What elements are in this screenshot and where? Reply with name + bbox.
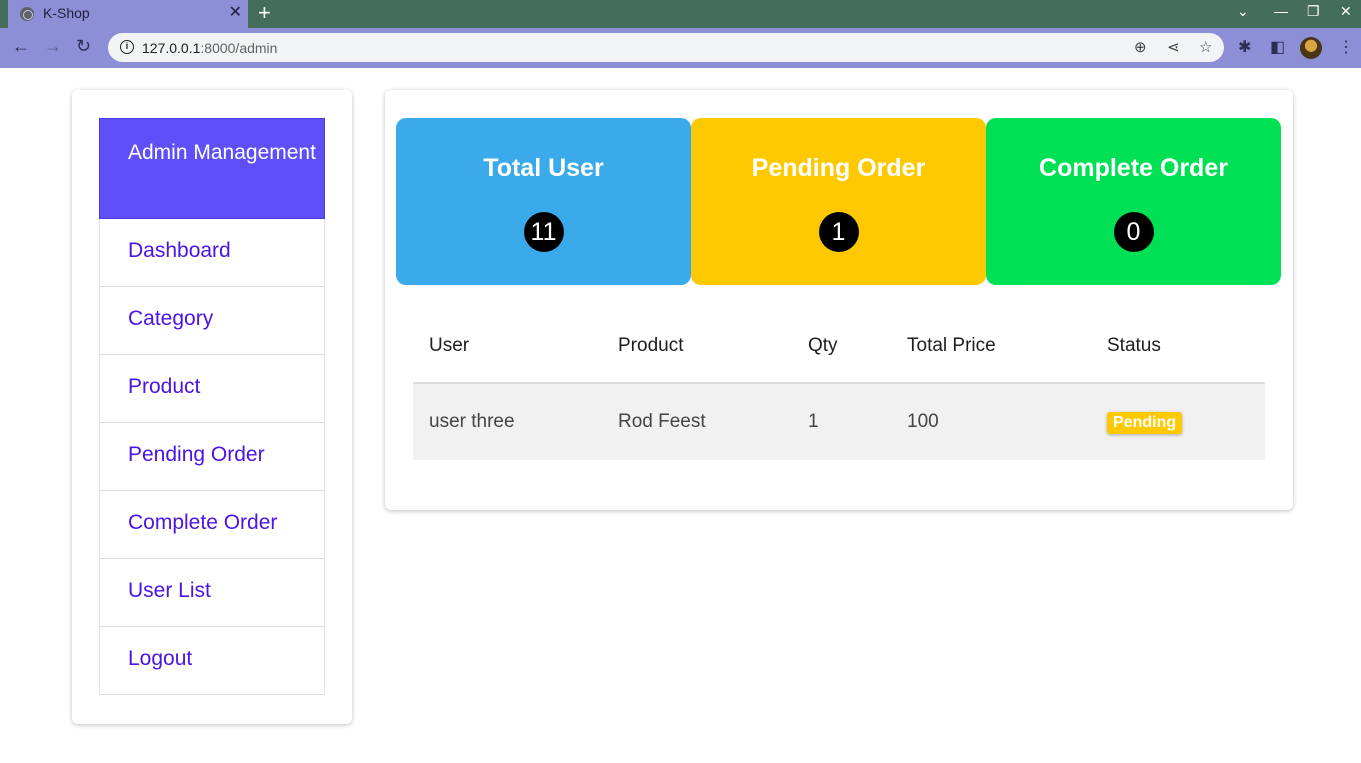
close-window-icon[interactable]: ✕ <box>1340 3 1352 20</box>
sidebar-item-logout[interactable]: Logout <box>99 627 325 695</box>
cell-product: Rod Feest <box>602 383 792 460</box>
column-header-product: Product <box>602 310 792 384</box>
sidebar-card: Admin Management Dashboard Category Prod… <box>72 90 352 724</box>
column-header-user: User <box>413 310 602 384</box>
browser-toolbar: ← → ↻ i 127.0.0.1:8000/admin ⊕ ⋖ ☆ ✱ ◧ ⋮ <box>0 28 1361 68</box>
minimize-icon[interactable]: — <box>1274 3 1288 19</box>
globe-icon <box>20 7 34 21</box>
profile-avatar[interactable] <box>1300 37 1322 59</box>
back-icon[interactable]: ← <box>12 36 30 57</box>
sidebar-item-product[interactable]: Product <box>99 355 325 423</box>
column-header-qty: Qty <box>792 310 891 384</box>
forward-icon[interactable]: → <box>44 36 62 57</box>
close-tab-icon[interactable]: ✕ <box>229 2 242 22</box>
menu-kebab-icon[interactable]: ⋮ <box>1338 37 1354 57</box>
stat-title: Pending Order <box>751 154 926 182</box>
table-header-row: User Product Qty Total Price Status <box>413 310 1265 384</box>
stat-complete-order: Complete Order 0 <box>986 118 1281 285</box>
tab-search-icon[interactable]: ⌄ <box>1237 3 1249 20</box>
status-badge: Pending <box>1107 411 1183 434</box>
stat-count: 0 <box>1113 212 1154 252</box>
side-panel-icon[interactable]: ◧ <box>1270 37 1285 57</box>
stat-count: 1 <box>818 212 859 252</box>
column-header-total-price: Total Price <box>891 310 1091 384</box>
new-tab-icon[interactable]: + <box>258 0 271 26</box>
browser-tab-bar: K-Shop ✕ + ⌄ — ❐ ✕ <box>0 0 1361 28</box>
stat-title: Total User <box>483 154 604 182</box>
column-header-status: Status <box>1091 310 1265 384</box>
address-bar[interactable]: i 127.0.0.1:8000/admin ⊕ ⋖ ☆ <box>108 33 1224 62</box>
url-path: :8000/admin <box>200 40 278 56</box>
cell-user: user three <box>413 383 602 460</box>
table-row: user three Rod Feest 1 100 Pending <box>413 383 1265 460</box>
menu-header: Admin Management <box>99 118 325 219</box>
admin-menu: Admin Management Dashboard Category Prod… <box>99 118 325 695</box>
dashboard-card: Total User 11 Pending Order 1 Complete O… <box>385 90 1293 510</box>
stat-total-user: Total User 11 <box>396 118 691 285</box>
zoom-icon[interactable]: ⊕ <box>1134 38 1147 56</box>
sidebar-item-pending-order[interactable]: Pending Order <box>99 423 325 491</box>
stat-pending-order: Pending Order 1 <box>691 118 986 285</box>
browser-tab[interactable]: K-Shop ✕ <box>8 0 248 28</box>
reload-icon[interactable]: ↻ <box>76 36 91 57</box>
orders-table: User Product Qty Total Price Status user… <box>413 310 1265 460</box>
site-info-icon[interactable]: i <box>120 40 134 54</box>
cell-status: Pending <box>1091 383 1265 460</box>
sidebar-item-complete-order[interactable]: Complete Order <box>99 491 325 559</box>
extensions-icon[interactable]: ✱ <box>1238 37 1251 57</box>
sidebar-item-category[interactable]: Category <box>99 287 325 355</box>
stat-title: Complete Order <box>1039 154 1228 182</box>
tab-title: K-Shop <box>43 5 90 21</box>
bookmark-star-icon[interactable]: ☆ <box>1199 38 1212 56</box>
cell-total-price: 100 <box>891 383 1091 460</box>
url-host: 127.0.0.1 <box>142 40 201 56</box>
stat-count: 11 <box>523 212 564 252</box>
share-icon[interactable]: ⋖ <box>1167 38 1180 56</box>
restore-icon[interactable]: ❐ <box>1307 3 1320 20</box>
sidebar-item-user-list[interactable]: User List <box>99 559 325 627</box>
sidebar-item-dashboard[interactable]: Dashboard <box>99 219 325 287</box>
cell-qty: 1 <box>792 383 891 460</box>
url-text[interactable]: 127.0.0.1:8000/admin <box>142 40 277 56</box>
